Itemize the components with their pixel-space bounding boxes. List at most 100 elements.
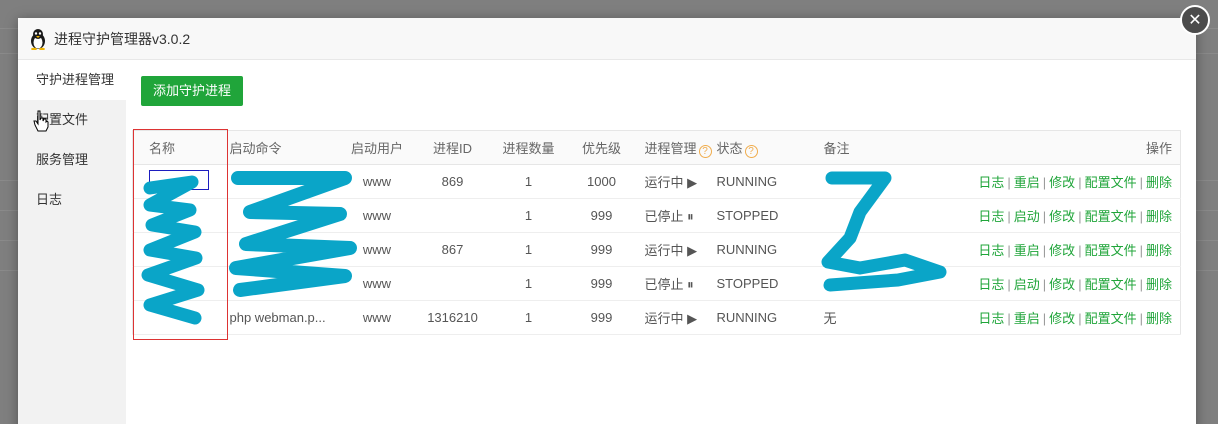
row-actions: 日志 | 启动 | 修改 | 配置文件 | 删除 xyxy=(967,198,1181,233)
process-count: 1 xyxy=(490,198,567,233)
log-link[interactable]: 日志 xyxy=(978,243,1004,258)
process-priority: 999 xyxy=(566,198,637,233)
col-name-header: 名称 xyxy=(132,130,224,165)
manage-status-text: 运行中 xyxy=(644,243,684,258)
process-manage-toggle[interactable]: 运行中 ▶ xyxy=(636,164,715,199)
process-name xyxy=(132,198,224,233)
row-actions: 日志 | 启动 | 修改 | 配置文件 | 删除 xyxy=(967,266,1181,301)
penguin-logo-icon xyxy=(28,27,48,51)
play-icon: ▶ xyxy=(687,311,698,326)
config-file-link[interactable]: 配置文件 xyxy=(1085,209,1137,224)
process-note xyxy=(817,164,968,199)
process-note xyxy=(817,232,968,267)
process-name xyxy=(132,300,224,335)
col-manage-header: 进程管理? xyxy=(636,130,715,165)
process-id xyxy=(414,266,491,301)
process-state: STOPPED xyxy=(714,266,818,301)
process-priority: 999 xyxy=(566,232,637,267)
col-state-label: 状态 xyxy=(716,140,743,156)
start-link[interactable]: 启动 xyxy=(1014,277,1040,292)
edit-link[interactable]: 修改 xyxy=(1049,209,1075,224)
col-user-header: 启动用户 xyxy=(339,130,415,165)
process-priority: 999 xyxy=(566,266,637,301)
hand-cursor-icon xyxy=(33,110,49,132)
delete-link[interactable]: 删除 xyxy=(1146,175,1172,190)
edit-link[interactable]: 修改 xyxy=(1049,277,1075,292)
manage-status-text: 运行中 xyxy=(644,175,684,190)
manage-status-text: 运行中 xyxy=(644,311,684,326)
process-count: 1 xyxy=(490,266,567,301)
log-link[interactable]: 日志 xyxy=(978,277,1004,292)
sidebar-item-daemon-manage[interactable]: 守护进程管理 xyxy=(18,60,126,100)
dialog-title: 进程守护管理器v3.0.2 xyxy=(54,30,191,47)
config-file-link[interactable]: 配置文件 xyxy=(1085,311,1137,326)
delete-link[interactable]: 删除 xyxy=(1146,209,1172,224)
start-link[interactable]: 启动 xyxy=(1014,209,1040,224)
process-state: RUNNING xyxy=(714,300,818,335)
process-manage-toggle[interactable]: 已停止 ⏸ xyxy=(636,266,715,301)
table-row: www 867 1 999 运行中 ▶ RUNNING 日志 | 重启 | 修改 | 配置文件 | 删除 xyxy=(132,232,1181,267)
process-id: 869 xyxy=(414,164,491,199)
play-icon: ▶ xyxy=(687,243,698,258)
edit-link[interactable]: 修改 xyxy=(1049,311,1075,326)
process-manage-toggle[interactable]: 运行中 ▶ xyxy=(636,232,715,267)
table-row: php webman.p... www 1316210 1 999 运行中 ▶ RUNNIN… xyxy=(132,300,1181,335)
log-link[interactable]: 日志 xyxy=(978,175,1004,190)
process-manage-toggle[interactable]: 已停止 ⏸ xyxy=(636,198,715,233)
config-file-link[interactable]: 配置文件 xyxy=(1085,277,1137,292)
process-count: 1 xyxy=(490,164,567,199)
process-note xyxy=(817,266,968,301)
config-file-link[interactable]: 配置文件 xyxy=(1085,175,1137,190)
process-command xyxy=(223,232,340,267)
config-file-link[interactable]: 配置文件 xyxy=(1085,243,1137,258)
process-count: 1 xyxy=(490,300,567,335)
process-id: 867 xyxy=(414,232,491,267)
table-row: www 1 999 已停止 ⏸ STOPPED 日志 | 启动 | 修改 | 配置文件 | 删除 xyxy=(132,266,1181,301)
edit-link[interactable]: 修改 xyxy=(1049,243,1075,258)
col-state-header: 状态? xyxy=(714,130,818,165)
sidebar-item-service-manage[interactable]: 服务管理 xyxy=(18,140,126,180)
process-user: www xyxy=(339,266,415,301)
process-note: 无 xyxy=(817,300,968,335)
col-manage-label: 进程管理 xyxy=(644,140,697,156)
col-priority-header: 优先级 xyxy=(566,130,637,165)
table-row: www 1 999 已停止 ⏸ STOPPED 日志 | 启动 | 修改 | 配置文件 | 删除 xyxy=(132,198,1181,233)
process-name xyxy=(132,164,224,199)
table-row: www 869 1 1000 运行中 ▶ RUNNING 日志 | 重启 | 修改 | 配置文件 | 删除 xyxy=(132,164,1181,199)
process-priority: 999 xyxy=(566,300,637,335)
process-id: 1316210 xyxy=(414,300,491,335)
process-command xyxy=(223,266,340,301)
restart-link[interactable]: 重启 xyxy=(1014,311,1040,326)
close-dialog-button[interactable]: ✕ xyxy=(1180,5,1210,35)
process-note xyxy=(817,198,968,233)
process-user: www xyxy=(339,198,415,233)
play-icon: ▶ xyxy=(687,175,698,190)
process-command xyxy=(223,198,340,233)
process-id xyxy=(414,198,491,233)
sidebar-item-log[interactable]: 日志 xyxy=(18,180,126,220)
process-priority: 1000 xyxy=(566,164,637,199)
pause-icon: ⏸ xyxy=(687,277,694,292)
name-selection-box xyxy=(149,170,209,190)
restart-link[interactable]: 重启 xyxy=(1014,243,1040,258)
process-manage-toggle[interactable]: 运行中 ▶ xyxy=(636,300,715,335)
process-user: www xyxy=(339,300,415,335)
help-icon[interactable]: ? xyxy=(698,144,712,158)
delete-link[interactable]: 删除 xyxy=(1146,243,1172,258)
table-header-row: 名称 启动命令 启动用户 进程ID 进程数量 优先级 进程管理? 状态? 备注 … xyxy=(132,130,1181,165)
add-daemon-button[interactable]: 添加守护进程 xyxy=(141,76,244,106)
process-command: php webman.p... xyxy=(223,300,340,335)
log-link[interactable]: 日志 xyxy=(978,311,1004,326)
restart-link[interactable]: 重启 xyxy=(1014,175,1040,190)
log-link[interactable]: 日志 xyxy=(978,209,1004,224)
delete-link[interactable]: 删除 xyxy=(1146,277,1172,292)
delete-link[interactable]: 删除 xyxy=(1146,311,1172,326)
pause-icon: ⏸ xyxy=(687,209,694,224)
edit-link[interactable]: 修改 xyxy=(1049,175,1075,190)
process-user: www xyxy=(339,164,415,199)
help-icon[interactable]: ? xyxy=(744,144,758,158)
process-command xyxy=(223,164,340,199)
process-guard-dialog: 进程守护管理器v3.0.2 守护进程管理 配置文件 服务管理 日志 添加守护进程… xyxy=(18,18,1196,424)
process-state: RUNNING xyxy=(714,232,818,267)
manage-status-text: 已停止 xyxy=(644,277,684,292)
